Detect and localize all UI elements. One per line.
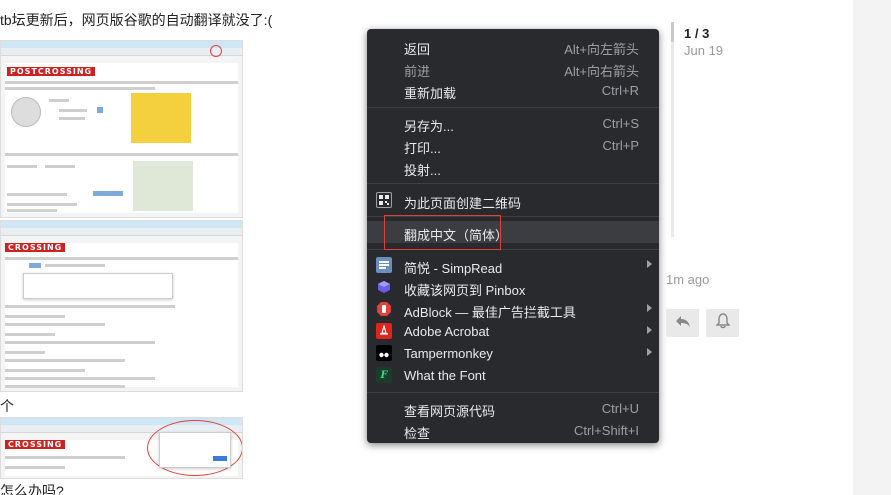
submenu-arrow-icon xyxy=(647,260,652,268)
menu-item-create-qr[interactable]: 为此页面创建二维码 xyxy=(367,189,659,211)
menu-separator xyxy=(367,392,659,393)
bell-icon xyxy=(714,312,731,334)
menu-item-simpread[interactable]: 简悦 - SimpRead xyxy=(367,254,659,276)
embedded-screenshot-2: CROSSING xyxy=(0,220,243,392)
right-gutter xyxy=(853,0,891,495)
submenu-arrow-icon xyxy=(647,348,652,356)
ad-banner xyxy=(131,93,191,143)
menu-item-back[interactable]: 返回 Alt+向左箭头 xyxy=(367,35,659,57)
menu-item-print[interactable]: 打印... Ctrl+P xyxy=(367,134,659,156)
pinbox-icon xyxy=(376,279,392,295)
acrobat-icon xyxy=(376,323,392,339)
timeline-handle[interactable] xyxy=(671,22,674,42)
reply-icon xyxy=(675,314,691,333)
timeline-track[interactable] xyxy=(671,22,674,237)
postcrossing-logo: POSTCROSSING xyxy=(7,67,96,76)
submenu-arrow-icon xyxy=(647,304,652,312)
menu-separator xyxy=(367,107,659,108)
menu-item-what-the-font[interactable]: F What the Font xyxy=(367,364,659,386)
menu-item-tampermonkey[interactable]: Tampermonkey xyxy=(367,342,659,364)
post-text-line-2: 个 xyxy=(0,398,14,414)
tampermonkey-icon xyxy=(376,345,392,361)
submenu-arrow-icon xyxy=(647,326,652,334)
simpread-icon xyxy=(376,257,392,273)
timeline-date[interactable]: Jun 19 xyxy=(684,43,723,58)
qr-code-icon xyxy=(376,192,392,208)
adblock-icon xyxy=(376,301,392,317)
post-text-line-3: 怎么办吗? xyxy=(0,483,64,495)
whatthefont-icon: F xyxy=(376,367,392,383)
menu-item-view-source[interactable]: 查看网页源代码 Ctrl+U xyxy=(367,397,659,419)
menu-separator xyxy=(367,183,659,184)
menu-item-inspect[interactable]: 检查 Ctrl+Shift+I xyxy=(367,419,659,441)
annotation-circle xyxy=(210,45,222,57)
menu-item-pinbox[interactable]: 收藏该网页到 Pinbox xyxy=(367,276,659,298)
highlight-annotation-box xyxy=(384,215,501,250)
reply-button[interactable] xyxy=(666,309,699,337)
timeline-position: 1 / 3 xyxy=(684,26,710,41)
timeline-ago: 1m ago xyxy=(666,272,710,287)
postcrossing-logo-2: CROSSING xyxy=(5,243,66,252)
notification-bell-button[interactable] xyxy=(706,309,739,337)
menu-item-adblock[interactable]: AdBlock — 最佳广告拦截工具 xyxy=(367,298,659,320)
menu-item-forward[interactable]: 前进 Alt+向右箭头 xyxy=(367,57,659,79)
menu-item-acrobat[interactable]: Adobe Acrobat xyxy=(367,320,659,342)
post-text-line-1: tb坛更新后，网页版谷歌的自动翻译就没了:( xyxy=(0,12,273,28)
embedded-screenshot-1: POSTCROSSING xyxy=(0,40,243,218)
embedded-screenshot-3: CROSSING xyxy=(0,417,243,479)
map-thumbnail xyxy=(133,161,193,211)
menu-item-reload[interactable]: 重新加载 Ctrl+R xyxy=(367,79,659,101)
menu-item-cast[interactable]: 投射... xyxy=(367,156,659,178)
menu-item-save-as[interactable]: 另存为... Ctrl+S xyxy=(367,112,659,134)
